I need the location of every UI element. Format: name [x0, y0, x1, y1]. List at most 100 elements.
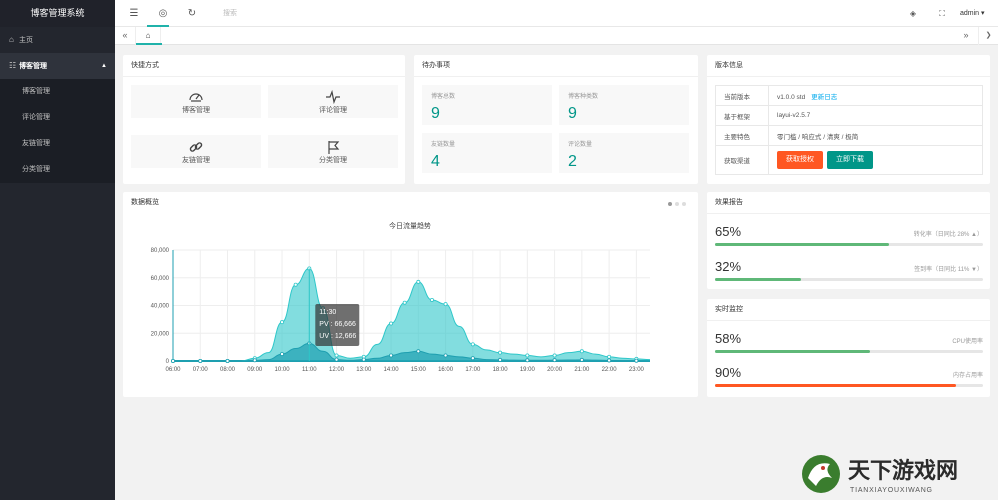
x-tick-label: 13:00: [356, 367, 372, 373]
app-title[interactable]: 博客管理系统: [0, 0, 115, 27]
tooltip-pv: PV : 66,666: [319, 321, 356, 328]
report-desc: 转化率（日同比 28% ▲）: [913, 232, 983, 238]
x-tick-label: 16:00: [438, 367, 454, 373]
carousel-indicator[interactable]: [665, 201, 686, 208]
sidebar-item-comments[interactable]: 评论管理: [0, 105, 115, 131]
data-point: [552, 358, 557, 363]
data-point: [198, 358, 203, 363]
version-table: 当前版本 v1.0.0 std 更新日志 基于框架 layui-v2.5.7 主要特色…: [715, 85, 983, 175]
home-outline-icon: ⌂: [145, 31, 151, 40]
dashboard-icon: [131, 89, 261, 105]
sidebar: 博客管理系统 ⌂ 主页 ☷ 博客管理 ▲ 博客管理 评论管理 友链管理 分类管理: [0, 0, 115, 500]
table-row: 基于框架 layui-v2.5.7: [715, 105, 983, 126]
y-tick-label: 60,000: [151, 276, 170, 282]
sidebar-item-label: 分类管理: [22, 166, 50, 173]
monitor-card: 实时监控 58% CPU使用率 90% 内存占用率: [707, 299, 990, 397]
dragon-icon: [802, 455, 840, 493]
tab-next-button[interactable]: »: [956, 27, 976, 45]
watermark-subtext: TIANXIAYOUXIWANG: [850, 487, 933, 494]
version-key: 主要特色: [715, 125, 769, 146]
progress-bar: [715, 350, 983, 353]
tooltip-uv: UV : 12,666: [319, 333, 356, 340]
data-point: [470, 342, 475, 347]
card-title: 效果报告: [707, 192, 990, 214]
tab-prev-button[interactable]: «: [115, 27, 135, 45]
download-button[interactable]: 立即下载: [827, 151, 873, 169]
card-title: 快捷方式: [123, 55, 405, 77]
sidebar-item-blog-group[interactable]: ☷ 博客管理 ▲: [0, 53, 115, 79]
traffic-chart[interactable]: 今日流量趋势 06:00 07:00 08:00 09:00 10:00 11:00 12:…: [123, 214, 698, 394]
version-value: 获取授权 立即下载: [768, 145, 983, 175]
sidebar-item-label: 友链管理: [22, 140, 50, 147]
quick-item-blog[interactable]: 博客管理: [131, 85, 261, 118]
x-tick-label: 23:00: [629, 367, 645, 373]
fullscreen-icon[interactable]: ⛶: [931, 0, 953, 27]
x-tick-label: 09:00: [247, 367, 263, 373]
quick-item-categories[interactable]: 分类管理: [268, 135, 398, 168]
progress-bar: [715, 384, 983, 387]
todo-item-comments[interactable]: 评论数量 2: [559, 133, 689, 173]
version-value-text: v1.0.0 std: [777, 93, 806, 101]
pulse-icon: [268, 89, 398, 105]
todo-value: 9: [431, 105, 440, 122]
x-tick-label: 08:00: [220, 367, 236, 373]
card-title: 待办事项: [414, 55, 698, 77]
globe-icon[interactable]: ◎: [152, 0, 174, 27]
todo-item-blog-types[interactable]: 博客种类数 9: [559, 85, 689, 125]
monitor-desc: CPU使用率: [952, 339, 983, 345]
carousel-dot[interactable]: [675, 202, 679, 206]
version-value: layui-v2.5.7: [768, 105, 983, 126]
changelog-link[interactable]: 更新日志: [811, 94, 837, 101]
table-row: 获取渠道 获取授权 立即下载: [715, 145, 983, 175]
sidebar-item-home[interactable]: ⌂ 主页: [0, 27, 115, 53]
user-menu[interactable]: admin ▾: [960, 0, 998, 27]
data-point: [634, 358, 639, 363]
data-point: [252, 358, 257, 363]
progress-fill: [715, 350, 871, 353]
chart-title: 今日流量趋势: [389, 221, 431, 230]
data-point: [607, 354, 612, 359]
quick-item-label: 友链管理: [182, 157, 210, 164]
layers-icon: ☷: [9, 61, 17, 70]
data-point: [280, 352, 285, 357]
chevron-up-icon: ▲: [101, 63, 107, 69]
quick-item-label: 评论管理: [319, 107, 347, 114]
sidebar-item-categories[interactable]: 分类管理: [0, 157, 115, 183]
y-tick-label: 0: [166, 359, 170, 365]
x-tick-label: 12:00: [329, 367, 345, 373]
x-tick-label: 06:00: [165, 367, 181, 373]
carousel-dot[interactable]: [682, 202, 686, 206]
quick-item-links[interactable]: 友链管理: [131, 135, 261, 168]
monitor-item-cpu: 58% CPU使用率: [715, 331, 983, 353]
todo-label: 博客种类数: [568, 94, 599, 100]
link-icon: [131, 139, 261, 155]
clear-icon[interactable]: ◈: [902, 0, 924, 27]
x-tick-label: 10:00: [275, 367, 291, 373]
refresh-icon[interactable]: ↻: [181, 0, 203, 27]
tab-home[interactable]: ⌂: [135, 27, 162, 45]
quick-item-comments[interactable]: 评论管理: [268, 85, 398, 118]
data-point: [607, 358, 612, 363]
data-point: [579, 357, 584, 362]
series-area-pv: [173, 268, 650, 361]
data-point: [498, 357, 503, 362]
x-tick-label: 21:00: [574, 367, 590, 373]
monitor-percent: 58%: [715, 331, 742, 346]
version-key: 当前版本: [715, 85, 769, 106]
tab-menu-button[interactable]: ❯: [978, 27, 998, 45]
data-point: [334, 357, 339, 362]
sidebar-item-links[interactable]: 友链管理: [0, 131, 115, 157]
y-tick-label: 20,000: [151, 331, 170, 337]
todo-item-blog-count[interactable]: 博客总数 9: [422, 85, 552, 125]
progress-fill: [715, 243, 890, 246]
sidebar-item-label: 评论管理: [22, 114, 50, 121]
sidebar-item-blog[interactable]: 博客管理: [0, 79, 115, 105]
carousel-dot[interactable]: [668, 202, 672, 206]
watermark-text: 天下游戏网: [848, 458, 958, 484]
quick-item-label: 分类管理: [319, 157, 347, 164]
todo-item-links[interactable]: 友链数量 4: [422, 133, 552, 173]
search-button[interactable]: 搜索: [223, 0, 237, 27]
data-point: [416, 279, 421, 284]
menu-icon[interactable]: ☰: [123, 0, 145, 27]
get-license-button[interactable]: 获取授权: [777, 151, 823, 169]
